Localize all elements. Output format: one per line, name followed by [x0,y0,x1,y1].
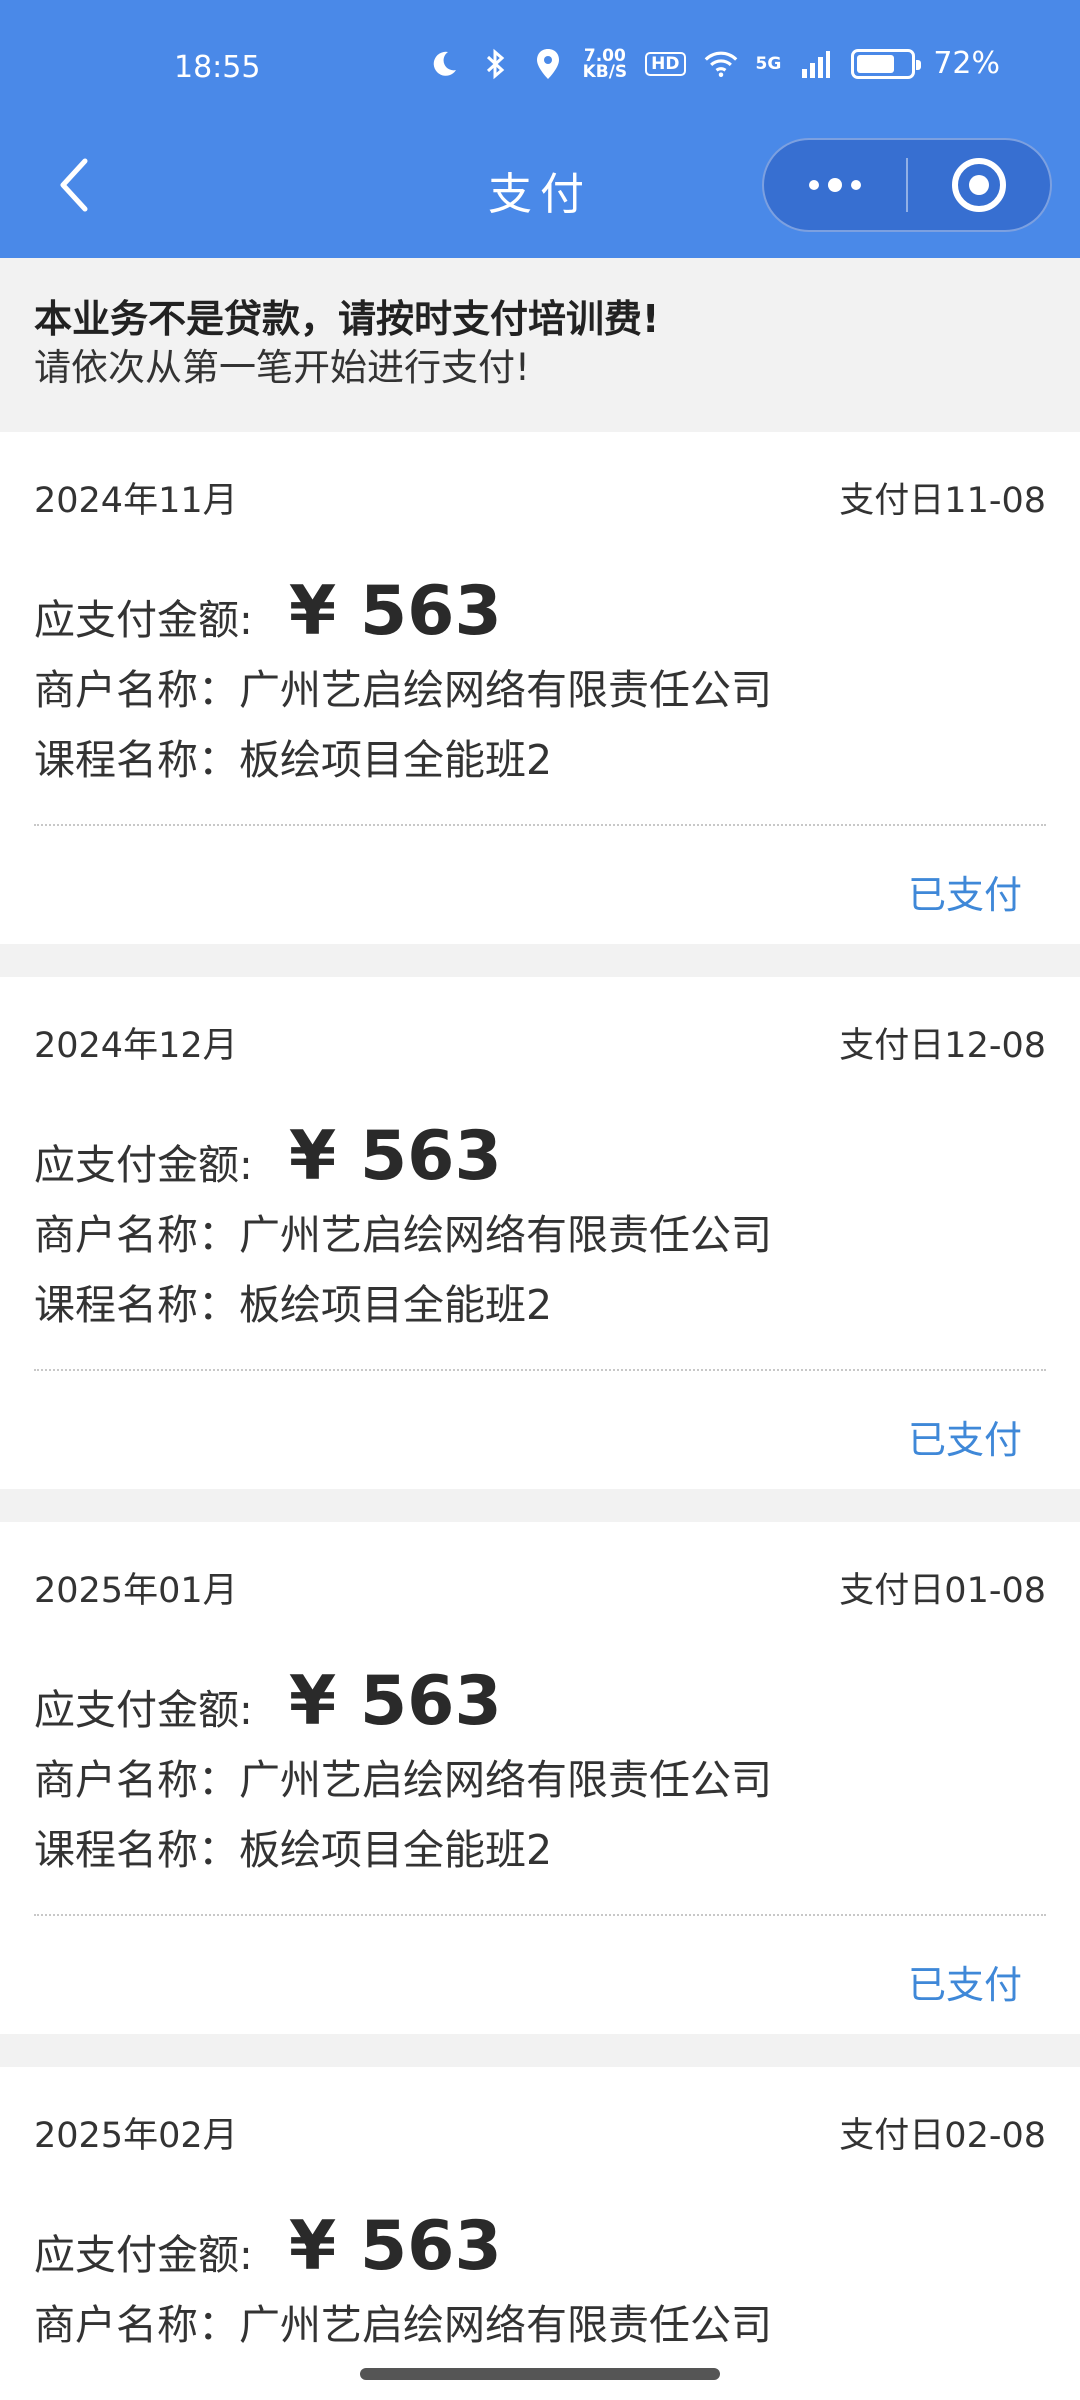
payment-due-date: 支付日01-08 [839,1571,1046,1611]
merchant-name: 商户名称：广州艺启绘网络有限责任公司 [34,2301,772,2349]
payment-due-date: 支付日02-08 [839,2116,1046,2156]
course-name: 课程名称：板绘项目全能班2 [34,1826,553,1874]
wifi-icon [704,47,738,81]
payment-page: 18:55 7.00 KB/S HD 5G 72% 支付 本业务不是贷款，请按时… [0,0,1080,2400]
amount-row: 应支付金额: ¥ 563 [34,1117,502,1196]
amount-label: 应支付金额: [34,1141,253,1189]
battery-icon [851,48,922,79]
payment-card: 2024年11月 支付日11-08 应支付金额: ¥ 563 商户名称：广州艺启… [0,432,1080,944]
speed-unit: KB/S [582,61,628,82]
network-type: 5G [755,53,782,74]
merchant-name: 商户名称：广州艺启绘网络有限责任公司 [34,666,772,714]
hd-badge: HD [645,51,686,76]
payment-month: 2025年02月 [34,2116,238,2156]
dotted-divider [34,1369,1046,1371]
payment-card: 2024年12月 支付日12-08 应支付金额: ¥ 563 商户名称：广州艺启… [0,977,1080,1489]
status-bar: 18:55 7.00 KB/S HD 5G 72% [0,0,1080,140]
payment-status[interactable]: 已支付 [908,1954,1022,2009]
battery-level [857,54,895,73]
amount-value: ¥ 563 [288,1117,502,1196]
amount-row: 应支付金额: ¥ 563 [34,572,502,651]
status-icons: 7.00 KB/S HD 5G 72% [427,46,1000,81]
payment-due-date: 支付日12-08 [839,1026,1046,1066]
payment-card: 2025年02月 支付日02-08 应支付金额: ¥ 563 商户名称：广州艺启… [0,2067,1080,2400]
payment-due-date: 支付日11-08 [839,481,1046,521]
close-mini-program-button[interactable] [908,138,1050,232]
location-icon [531,47,565,81]
dotted-divider [34,1914,1046,1916]
amount-label: 应支付金额: [34,596,253,644]
notice-subtitle: 请依次从第一笔开始进行支付! [34,346,530,389]
amount-label: 应支付金额: [34,1686,253,1734]
merchant-name: 商户名称：广州艺启绘网络有限责任公司 [34,1211,772,1259]
home-indicator[interactable] [360,2368,720,2380]
amount-value: ¥ 563 [288,572,502,651]
merchant-name: 商户名称：广州艺启绘网络有限责任公司 [34,1756,772,1804]
amount-row: 应支付金额: ¥ 563 [34,1662,502,1741]
dotted-divider [34,824,1046,826]
target-icon [951,158,1006,212]
more-icon [809,178,861,192]
mini-program-capsule [762,138,1052,232]
notice-title: 本业务不是贷款，请按时支付培训费! [34,297,660,341]
network-speed: 7.00 KB/S [582,47,628,82]
amount-value: ¥ 563 [288,2207,502,2286]
battery-tip [916,59,922,70]
course-name: 课程名称：板绘项目全能班2 [34,736,553,784]
payment-month: 2024年12月 [34,1026,238,1066]
status-time: 18:55 [174,50,261,85]
payment-status[interactable]: 已支付 [908,864,1022,919]
payment-card: 2025年01月 支付日01-08 应支付金额: ¥ 563 商户名称：广州艺启… [0,1522,1080,2034]
amount-row: 应支付金额: ¥ 563 [34,2207,502,2286]
payment-month: 2025年01月 [34,1571,238,1611]
moon-icon [427,47,461,81]
nav-bar: 支付 [0,130,1080,240]
course-name: 课程名称：板绘项目全能班2 [34,1281,553,1329]
signal-icon [799,47,833,81]
amount-label: 应支付金额: [34,2231,253,2279]
battery-text: 72% [933,46,1000,81]
payment-month: 2024年11月 [34,481,238,521]
payment-status[interactable]: 已支付 [908,1409,1022,1464]
bluetooth-icon [479,47,513,81]
notice-banner: 本业务不是贷款，请按时支付培训费! 请依次从第一笔开始进行支付! [0,258,1080,432]
amount-value: ¥ 563 [288,1662,502,1741]
header: 18:55 7.00 KB/S HD 5G 72% 支付 [0,0,1080,258]
more-button[interactable] [764,138,906,232]
